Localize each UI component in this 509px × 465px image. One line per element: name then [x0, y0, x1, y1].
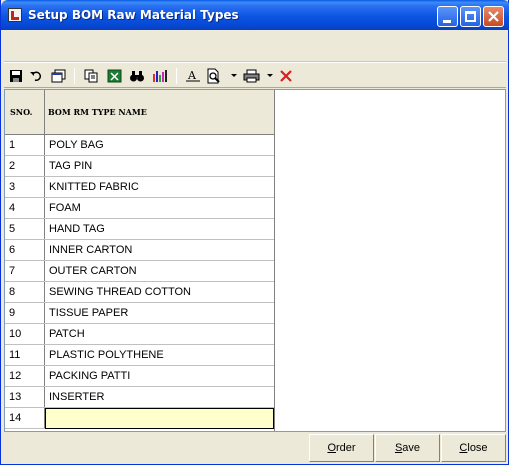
cell-type-name[interactable]: POLY BAG: [45, 135, 274, 155]
cell-type-name[interactable]: SEWING THREAD COTTON: [45, 282, 274, 302]
cell-sno[interactable]: 4: [5, 198, 45, 218]
cell-sno[interactable]: 11: [5, 345, 45, 365]
window-title: Setup BOM Raw Material Types: [28, 8, 239, 22]
save-label: ave: [402, 442, 421, 454]
cell-type-name[interactable]: TISSUE PAPER: [45, 303, 274, 323]
table-row[interactable]: 2 TAG PIN: [5, 156, 274, 177]
cell-sno[interactable]: 3: [5, 177, 45, 197]
cell-sno[interactable]: 5: [5, 219, 45, 239]
minimize-icon: [443, 20, 451, 23]
toolbar: A: [4, 62, 506, 88]
close-label: lose: [467, 442, 488, 454]
minimize-button[interactable]: [437, 6, 458, 27]
table-row[interactable]: 7 OUTER CARTON: [5, 261, 274, 282]
cell-type-name[interactable]: INSERTER: [45, 387, 274, 407]
cell-type-name[interactable]: TAG PIN: [45, 156, 274, 176]
title-bar[interactable]: Setup BOM Raw Material Types: [1, 0, 509, 30]
cell-type-name[interactable]: [45, 408, 274, 429]
excel-icon[interactable]: [105, 67, 123, 84]
cell-type-name[interactable]: PACKING PATTI: [45, 366, 274, 386]
main-window: Setup BOM Raw Material Types A SNO. BOM …: [0, 0, 509, 465]
cell-sno[interactable]: 1: [5, 135, 45, 155]
cell-type-name[interactable]: KNITTED FABRIC: [45, 177, 274, 197]
close-icon: [488, 11, 499, 22]
data-grid[interactable]: SNO. BOM RM TYPE NAME 1 POLY BAG 2 TAG PIN 3…: [5, 90, 275, 431]
maximize-icon: [465, 11, 476, 22]
maximize-button[interactable]: [460, 6, 481, 27]
content-area: SNO. BOM RM TYPE NAME 1 POLY BAG 2 TAG PIN 3…: [4, 89, 506, 432]
undo-icon[interactable]: [27, 67, 45, 84]
cell-sno[interactable]: 12: [5, 366, 45, 386]
table-row[interactable]: 11 PLASTIC POLYTHENE: [5, 345, 274, 366]
button-bar: Order Save Close: [4, 433, 506, 463]
table-row[interactable]: 3 KNITTED FABRIC: [5, 177, 274, 198]
table-row[interactable]: 6 INNER CARTON: [5, 240, 274, 261]
cell-sno[interactable]: 2: [5, 156, 45, 176]
table-row[interactable]: 10 PATCH: [5, 324, 274, 345]
menu-bar: [4, 30, 506, 62]
table-row[interactable]: 14: [5, 408, 274, 429]
column-header-sno[interactable]: SNO.: [5, 90, 45, 135]
table-row[interactable]: 4 FOAM: [5, 198, 274, 219]
find-icon[interactable]: [128, 67, 146, 84]
table-row[interactable]: 5 HAND TAG: [5, 219, 274, 240]
print-icon[interactable]: [242, 67, 260, 84]
toolbar-separator: [74, 68, 75, 84]
cell-type-name[interactable]: PLASTIC POLYTHENE: [45, 345, 274, 365]
cell-sno[interactable]: 7: [5, 261, 45, 281]
column-header-name[interactable]: BOM RM TYPE NAME: [45, 90, 274, 135]
cell-type-name[interactable]: PATCH: [45, 324, 274, 344]
table-row[interactable]: 9 TISSUE PAPER: [5, 303, 274, 324]
close-button[interactable]: Close: [441, 434, 506, 462]
cell-type-name[interactable]: HAND TAG: [45, 219, 274, 239]
svg-text:A: A: [187, 69, 197, 82]
cell-sno[interactable]: 13: [5, 387, 45, 407]
grid-header: SNO. BOM RM TYPE NAME: [5, 90, 274, 135]
cell-sno[interactable]: 8: [5, 282, 45, 302]
window-icon[interactable]: [49, 67, 67, 84]
order-label: rder: [336, 442, 356, 454]
cell-sno[interactable]: 6: [5, 240, 45, 260]
cell-type-name[interactable]: FOAM: [45, 198, 274, 218]
close-window-button[interactable]: [483, 6, 504, 27]
cell-sno[interactable]: 14: [5, 408, 45, 428]
cell-sno[interactable]: 10: [5, 324, 45, 344]
app-icon: [8, 8, 22, 22]
table-row[interactable]: 13 INSERTER: [5, 387, 274, 408]
cell-type-name[interactable]: OUTER CARTON: [45, 261, 274, 281]
delete-icon[interactable]: [277, 67, 295, 84]
font-icon[interactable]: A: [184, 67, 202, 84]
table-row[interactable]: 12 PACKING PATTI: [5, 366, 274, 387]
copy-icon[interactable]: [82, 67, 100, 84]
cell-type-name[interactable]: INNER CARTON: [45, 240, 274, 260]
save-icon[interactable]: [7, 67, 25, 84]
table-row[interactable]: 1 POLY BAG: [5, 135, 274, 156]
chart-icon[interactable]: [151, 67, 169, 84]
order-accelerator: O: [327, 442, 336, 454]
chevron-down-icon[interactable]: [267, 74, 273, 77]
chevron-down-icon[interactable]: [231, 74, 237, 77]
table-row[interactable]: 8 SEWING THREAD COTTON: [5, 282, 274, 303]
order-button[interactable]: Order: [309, 434, 374, 462]
toolbar-separator: [176, 68, 177, 84]
save-button[interactable]: Save: [375, 434, 440, 462]
preview-icon[interactable]: [205, 67, 223, 84]
cell-sno[interactable]: 9: [5, 303, 45, 323]
